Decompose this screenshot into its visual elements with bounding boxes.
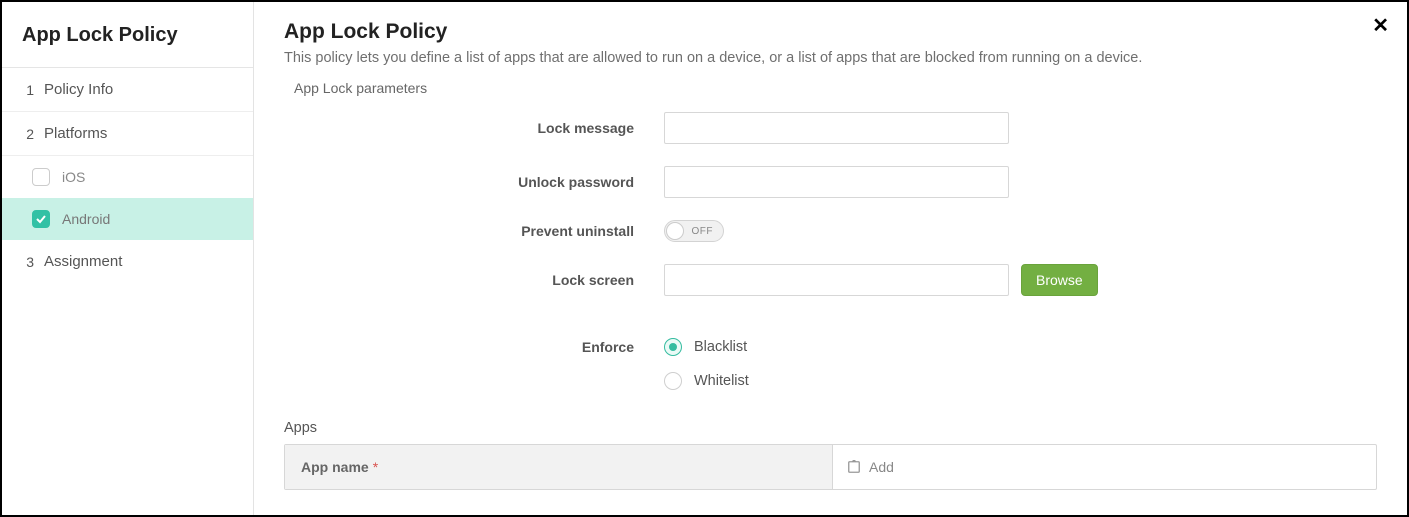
unlock-password-input[interactable]: [664, 166, 1009, 198]
page-title: App Lock Policy: [284, 20, 1377, 44]
step-label: Assignment: [44, 253, 122, 270]
enforce-label: Enforce: [294, 339, 664, 355]
toggle-state: OFF: [692, 226, 714, 237]
apps-section-label: Apps: [284, 420, 1377, 436]
toggle-knob-icon: [666, 222, 684, 240]
step-platforms[interactable]: 2 Platforms: [2, 112, 253, 156]
enforce-blacklist-label: Blacklist: [694, 339, 747, 355]
apps-table: App name * Add: [284, 444, 1377, 490]
lock-screen-input[interactable]: [664, 264, 1009, 296]
prevent-uninstall-toggle[interactable]: OFF: [664, 220, 724, 242]
prevent-uninstall-label: Prevent uninstall: [294, 223, 664, 239]
sidebar-title: App Lock Policy: [2, 2, 253, 68]
platform-ios[interactable]: iOS: [2, 156, 253, 198]
add-icon: [847, 460, 861, 474]
platform-label: iOS: [62, 169, 85, 185]
step-number: 3: [22, 254, 34, 270]
close-icon[interactable]: ✕: [1372, 16, 1389, 36]
wizard-sidebar: App Lock Policy 1 Policy Info 2 Platform…: [2, 2, 254, 515]
enforce-whitelist-label: Whitelist: [694, 373, 749, 389]
enforce-whitelist-radio[interactable]: [664, 372, 682, 390]
checkbox-icon: [32, 210, 50, 228]
step-number: 1: [22, 82, 34, 98]
checkbox-icon: [32, 168, 50, 186]
step-policy-info[interactable]: 1 Policy Info: [2, 68, 253, 112]
step-label: Policy Info: [44, 81, 113, 98]
platform-label: Android: [62, 211, 110, 227]
lock-message-input[interactable]: [664, 112, 1009, 144]
step-assignment[interactable]: 3 Assignment: [2, 240, 253, 283]
lock-message-label: Lock message: [294, 120, 664, 136]
unlock-password-label: Unlock password: [294, 174, 664, 190]
step-label: Platforms: [44, 125, 107, 142]
apps-header-cell: App name *: [285, 445, 833, 489]
form-section-label: App Lock parameters: [294, 80, 1377, 96]
required-mark: *: [373, 459, 378, 475]
step-number: 2: [22, 126, 34, 142]
apps-add-button[interactable]: Add: [833, 445, 1376, 489]
apps-header-label: App name: [301, 459, 369, 475]
lock-screen-label: Lock screen: [294, 272, 664, 288]
main-panel: ✕ App Lock Policy This policy lets you d…: [254, 2, 1407, 515]
page-description: This policy lets you define a list of ap…: [284, 50, 1377, 66]
apps-add-label: Add: [869, 459, 894, 475]
browse-button[interactable]: Browse: [1021, 264, 1098, 296]
enforce-blacklist-radio[interactable]: [664, 338, 682, 356]
platform-android[interactable]: Android: [2, 198, 253, 240]
